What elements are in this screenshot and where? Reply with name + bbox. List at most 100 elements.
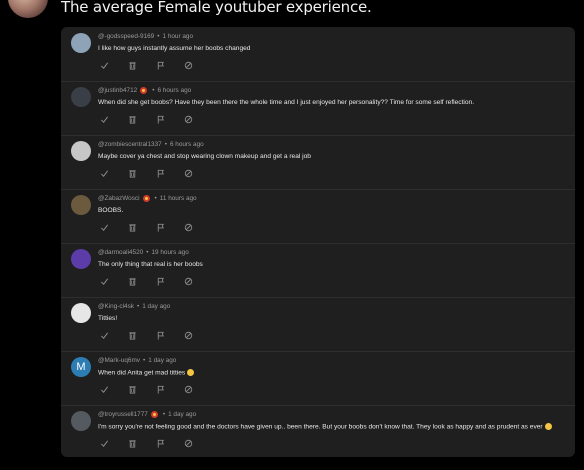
checkmark-icon[interactable] [98,114,110,124]
comment-meta: @darmoali4520 • 19 hours ago [98,249,189,256]
block-icon[interactable] [182,114,194,124]
comment-meta: @ZabazWosci • 11 hours ago [98,195,197,202]
trash-icon[interactable] [126,384,138,394]
comment-text-content: When did she get boobs? Have they been t… [98,99,475,106]
comment-meta: @Mark-uq6mv • 1 day ago [98,357,176,364]
block-icon[interactable] [182,168,194,178]
checkmark-icon[interactable] [98,222,110,232]
commenter-avatar[interactable] [71,195,91,215]
post-header: The average Female youtuber experience. [0,0,584,22]
commenter-handle[interactable]: @King-cl4sk [98,303,134,310]
checkmark-icon[interactable] [98,168,110,178]
flag-icon[interactable] [154,384,166,394]
commenter-avatar[interactable]: M [71,357,91,377]
comment-row: M @Mark-uq6mv • 1 day ago When did Anita get… [61,351,575,406]
comment-actions [98,330,210,340]
commenter-avatar[interactable] [71,87,91,107]
emoji-icon [187,369,195,376]
comment-time[interactable]: 19 hours ago [151,249,188,256]
comment-text-content: I like how guys instantly assume her boo… [98,45,251,52]
comment-time[interactable]: 1 day ago [142,303,170,310]
commenter-handle[interactable]: @darmoali4520 [98,249,143,256]
checkmark-icon[interactable] [98,438,110,448]
comment-text-content: BOOBS. [98,207,124,214]
checkmark-icon[interactable] [98,330,110,340]
comment-row: @justinb4712 • 6 hours ago When did she get… [61,81,575,136]
comment-meta: @King-cl4sk • 1 day ago [98,303,170,310]
trash-icon[interactable] [126,438,138,448]
comment-text: The only thing that real is her boobs [98,261,563,268]
comment-actions [98,60,210,70]
comment-row: @-godsspeed-9169 • 1 hour ago I like how gu… [61,27,575,82]
block-icon[interactable] [182,330,194,340]
comment-row: @ZabazWosci • 11 hours ago BOOBS. [61,189,575,244]
member-badge-icon [142,195,150,202]
flag-icon[interactable] [154,276,166,286]
flag-icon[interactable] [154,438,166,448]
comment-time[interactable]: 1 hour ago [162,33,193,40]
comment-meta: @-godsspeed-9169 • 1 hour ago [98,33,193,40]
comment-time[interactable]: 1 day ago [168,411,196,418]
block-icon[interactable] [182,60,194,70]
commenter-avatar[interactable] [71,33,91,53]
trash-icon[interactable] [126,330,138,340]
flag-icon[interactable] [154,114,166,124]
commenter-avatar[interactable] [71,303,91,323]
block-icon[interactable] [182,438,194,448]
comment-actions [98,168,210,178]
checkmark-icon[interactable] [98,60,110,70]
commenter-handle[interactable]: @justinb4712 [98,87,137,94]
commenter-handle[interactable]: @Mark-uq6mv [98,357,140,364]
flag-icon[interactable] [154,168,166,178]
comment-text: I'm sorry you're not feeling good and th… [98,423,563,430]
comment-time[interactable]: 1 day ago [148,357,176,364]
trash-icon[interactable] [126,114,138,124]
flag-icon[interactable] [154,60,166,70]
comment-row: @zombiescentral1337 • 6 hours ago Maybe cov… [61,135,575,190]
comment-actions [98,222,210,232]
comment-text-content: I'm sorry you're not feeling good and th… [98,423,543,431]
meta-separator: • [136,303,140,310]
checkmark-icon[interactable] [98,384,110,394]
member-badge-icon [150,411,158,418]
trash-icon[interactable] [126,222,138,232]
block-icon[interactable] [182,222,194,232]
commenter-handle[interactable]: @troyrussell1777 [98,411,148,418]
comment-meta: @justinb4712 • 6 hours ago [98,87,191,94]
comment-time[interactable]: 11 hours ago [160,195,197,202]
meta-separator: • [154,195,157,202]
comment-text: I like how guys instantly assume her boo… [98,45,563,52]
commenter-handle[interactable]: @ZabazWosci [98,195,140,202]
commenter-avatar[interactable] [71,141,91,161]
block-icon[interactable] [182,384,194,394]
comment-actions [98,276,210,286]
commenter-handle[interactable]: @zombiescentral1337 [98,141,162,148]
comment-text: BOOBS. [98,207,563,214]
commenter-handle[interactable]: @-godsspeed-9169 [98,33,154,40]
comment-row: @King-cl4sk • 1 day ago Titties! [61,297,575,352]
checkmark-icon[interactable] [98,276,110,286]
meta-separator: • [164,141,167,148]
meta-separator: • [146,249,149,256]
comment-time[interactable]: 6 hours ago [157,87,191,94]
comment-row: @darmoali4520 • 19 hours ago The only thing… [61,243,575,298]
comment-time[interactable]: 6 hours ago [170,141,204,148]
commenter-avatar[interactable] [71,411,91,431]
comment-text: When did she get boobs? Have they been t… [98,99,563,106]
comment-text-content: The only thing that real is her boobs [98,261,203,268]
poster-avatar[interactable] [8,0,48,18]
comment-actions [98,114,210,124]
flag-icon[interactable] [154,222,166,232]
trash-icon[interactable] [126,168,138,178]
post-text: The average Female youtuber experience. [61,0,372,16]
trash-icon[interactable] [126,276,138,286]
comment-row: @troyrussell1777 • 1 day ago I'm sorry you'… [61,405,575,457]
trash-icon[interactable] [126,60,138,70]
flag-icon[interactable] [154,330,166,340]
comment-text: Maybe cover ya chest and stop wearing cl… [98,153,563,160]
emoji-icon [544,423,552,430]
block-icon[interactable] [182,276,194,286]
comments-panel: @-godsspeed-9169 • 1 hour ago I like how gu… [61,27,575,457]
commenter-avatar[interactable] [71,249,91,269]
comment-meta: @troyrussell1777 • 1 day ago [98,411,196,418]
